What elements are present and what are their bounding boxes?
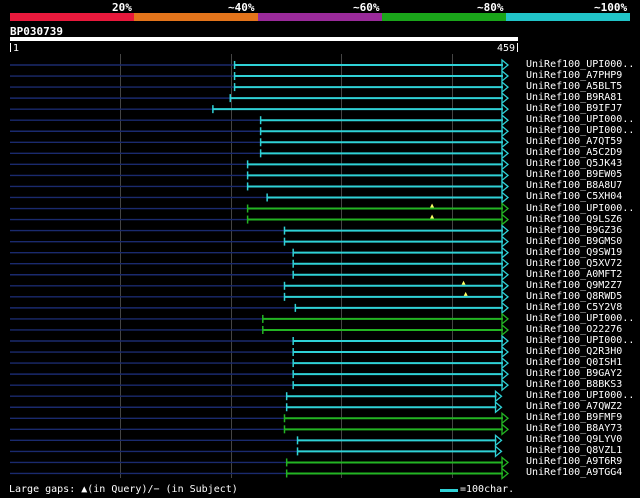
hit-label[interactable]: UniRef100_A9T6R9 <box>526 456 622 467</box>
hit-label[interactable]: UniRef100_B9GZ36 <box>526 225 622 236</box>
hit-label[interactable]: UniRef100_Q8VZL1 <box>526 445 622 456</box>
hit-label[interactable]: UniRef100_C5XH04 <box>526 191 622 202</box>
hit-label[interactable]: UniRef100_B9GMS0 <box>526 236 622 247</box>
hit-label[interactable]: UniRef100_B8BKS3 <box>526 379 622 390</box>
gap-marker-icon <box>463 291 468 296</box>
hit-label[interactable]: UniRef100_O22276 <box>526 324 622 335</box>
hit-label[interactable]: UniRef100_A5BLT5 <box>526 81 622 92</box>
legend-scale-line <box>440 489 458 492</box>
hit-label[interactable]: UniRef100_B8A8U7 <box>526 180 622 191</box>
hit-label[interactable]: UniRef100_C5Y2V8 <box>526 302 622 313</box>
hit-label[interactable]: UniRef100_Q5JK43 <box>526 158 622 169</box>
hit-label[interactable]: UniRef100_Q9LSZ6 <box>526 214 622 225</box>
hit-label[interactable]: UniRef100_UPI000.. <box>526 335 634 346</box>
hit-label[interactable]: UniRef100_UPI000.. <box>526 203 634 214</box>
hit-label[interactable]: UniRef100_A7PHP9 <box>526 70 622 81</box>
legend-gaps: Large gaps: ▲(in Query)/− (in Subject) <box>9 484 238 495</box>
hit-label[interactable]: UniRef100_Q9M2Z7 <box>526 280 622 291</box>
gap-marker-icon <box>430 214 435 219</box>
hit-label[interactable]: UniRef100_Q0ISH1 <box>526 357 622 368</box>
hit-label[interactable]: UniRef100_B9RA81 <box>526 92 622 103</box>
hit-label[interactable]: UniRef100_Q2R3H0 <box>526 346 622 357</box>
hit-label[interactable]: UniRef100_B9EW05 <box>526 169 622 180</box>
legend-scale-label: =100char. <box>460 484 515 495</box>
hit-label[interactable]: UniRef100_A7QT59 <box>526 136 622 147</box>
hit-label[interactable]: UniRef100_A9TGG4 <box>526 467 622 478</box>
hit-label[interactable]: UniRef100_UPI000.. <box>526 114 634 125</box>
hit-label[interactable]: UniRef100_A5C2D9 <box>526 147 622 158</box>
hit-label[interactable]: UniRef100_UPI000.. <box>526 59 634 70</box>
gap-marker-icon <box>461 280 466 285</box>
hit-label[interactable]: UniRef100_UPI000.. <box>526 125 634 136</box>
hit-label[interactable]: UniRef100_Q9SW19 <box>526 247 622 258</box>
hit-label[interactable]: UniRef100_A7QWZ2 <box>526 401 622 412</box>
hit-label[interactable]: UniRef100_B9IFJ7 <box>526 103 622 114</box>
gap-marker-icon <box>430 203 435 208</box>
hit-label[interactable]: UniRef100_UPI000.. <box>526 313 634 324</box>
hit-label[interactable]: UniRef100_B9FMF9 <box>526 412 622 423</box>
hit-label[interactable]: UniRef100_A0MFT2 <box>526 269 622 280</box>
hit-label[interactable]: UniRef100_Q5XV72 <box>526 258 622 269</box>
hit-label[interactable]: UniRef100_Q9LYV0 <box>526 434 622 445</box>
hit-label[interactable]: UniRef100_UPI000.. <box>526 390 634 401</box>
hit-label[interactable]: UniRef100_B9GAY2 <box>526 368 622 379</box>
hit-label[interactable]: UniRef100_Q8RWD5 <box>526 291 622 302</box>
hit-label[interactable]: UniRef100_B8AY73 <box>526 423 622 434</box>
